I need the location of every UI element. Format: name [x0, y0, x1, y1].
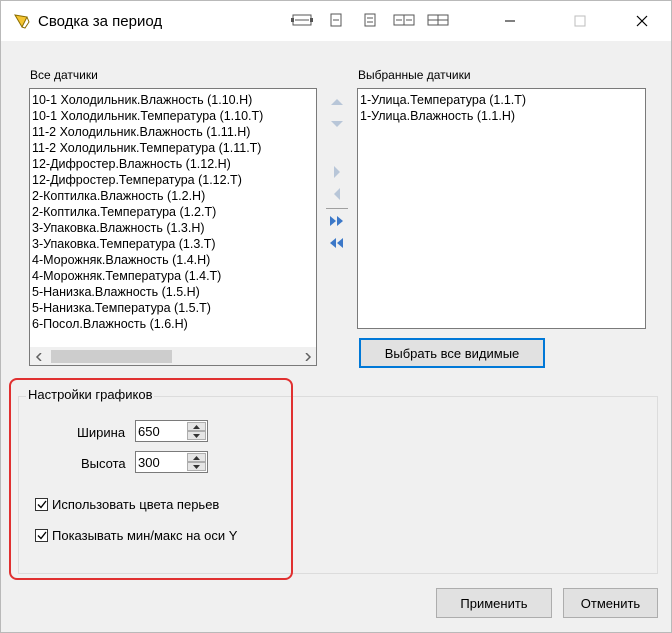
- use-pen-colors-checkbox[interactable]: [35, 498, 48, 511]
- list-item[interactable]: 10-1 Холодильник.Температура (1.10.Т): [30, 108, 316, 124]
- list-item[interactable]: 1-Улица.Температура (1.1.Т): [358, 92, 645, 108]
- height-increment-icon[interactable]: [187, 453, 206, 462]
- list-item[interactable]: 2-Коптилка.Влажность (1.2.Н): [30, 188, 316, 204]
- height-label: Высота: [81, 456, 126, 471]
- list-item[interactable]: 2-Коптилка.Температура (1.2.Т): [30, 204, 316, 220]
- all-sensors-label: Все датчики: [30, 68, 98, 82]
- list-item[interactable]: 6-Посол.Влажность (1.6.Н): [30, 316, 316, 332]
- remove-selected-icon[interactable]: [324, 185, 350, 203]
- list-item[interactable]: 5-Нанизка.Температура (1.5.Т): [30, 300, 316, 316]
- add-all-icon[interactable]: [324, 212, 350, 230]
- scroll-left-icon[interactable]: [30, 348, 47, 365]
- cancel-button[interactable]: Отменить: [563, 588, 658, 618]
- chart-settings-group: [18, 396, 658, 574]
- move-up-icon[interactable]: [324, 93, 350, 111]
- use-pen-colors-label: Использовать цвета перьев: [52, 497, 220, 512]
- app-icon: [13, 13, 31, 32]
- list-item[interactable]: 5-Нанизка.Влажность (1.5.Н): [30, 284, 316, 300]
- height-input[interactable]: [138, 454, 184, 470]
- summary-window: Сводка за период Все датчики 10-1 Холоди…: [0, 0, 672, 633]
- height-decrement-icon[interactable]: [187, 462, 206, 471]
- layout-split-icon[interactable]: [359, 13, 381, 27]
- list-item[interactable]: 12-Дифростер.Температура (1.12.Т): [30, 172, 316, 188]
- selected-sensors-list[interactable]: 1-Улица.Температура (1.1.Т) 1-Улица.Влажн…: [357, 88, 646, 329]
- layout-wide-icon[interactable]: [291, 13, 313, 27]
- list-item[interactable]: 4-Морожняк.Температура (1.4.Т): [30, 268, 316, 284]
- list-item[interactable]: 3-Упаковка.Температура (1.3.Т): [30, 236, 316, 252]
- show-minmax-row[interactable]: Показывать мин/макс на оси Y: [35, 528, 237, 543]
- remove-all-icon[interactable]: [324, 234, 350, 252]
- height-spinbox[interactable]: [135, 451, 208, 473]
- list-item[interactable]: 1-Улица.Влажность (1.1.Н): [358, 108, 645, 124]
- close-button[interactable]: [619, 1, 665, 41]
- list-item[interactable]: 11-2 Холодильник.Температура (1.11.Т): [30, 140, 316, 156]
- layout-single-icon[interactable]: [325, 13, 347, 27]
- scroll-right-icon[interactable]: [299, 348, 316, 365]
- show-minmax-label: Показывать мин/макс на оси Y: [52, 528, 238, 543]
- list-item[interactable]: 3-Упаковка.Влажность (1.3.Н): [30, 220, 316, 236]
- layout-quad-icon[interactable]: [427, 13, 449, 27]
- use-pen-colors-row[interactable]: Использовать цвета перьев: [35, 497, 219, 512]
- selected-sensors-label: Выбранные датчики: [358, 68, 471, 82]
- show-minmax-checkbox[interactable]: [35, 529, 48, 542]
- list-item[interactable]: 4-Морожняк.Влажность (1.4.Н): [30, 252, 316, 268]
- chart-settings-title: Настройки графиков: [26, 387, 155, 402]
- window-title: Сводка за период: [38, 13, 163, 30]
- width-increment-icon[interactable]: [187, 422, 206, 431]
- minimize-button[interactable]: [487, 1, 533, 41]
- width-spinbox[interactable]: [135, 420, 208, 442]
- layout-double-icon[interactable]: [393, 13, 415, 27]
- move-down-icon[interactable]: [324, 115, 350, 133]
- width-label: Ширина: [77, 425, 126, 440]
- apply-button[interactable]: Применить: [436, 588, 552, 618]
- scroll-thumb[interactable]: [51, 350, 172, 363]
- list-item[interactable]: 10-1 Холодильник.Влажность (1.10.Н): [30, 92, 316, 108]
- width-input[interactable]: [138, 423, 184, 439]
- all-sensors-list[interactable]: 10-1 Холодильник.Влажность (1.10.Н) 10-1 …: [29, 88, 317, 366]
- width-decrement-icon[interactable]: [187, 431, 206, 440]
- list-item[interactable]: 11-2 Холодильник.Влажность (1.11.Н): [30, 124, 316, 140]
- all-sensors-hscrollbar[interactable]: [30, 347, 316, 365]
- list-item[interactable]: 12-Дифростер.Влажность (1.12.Н): [30, 156, 316, 172]
- title-bar: Сводка за период: [1, 1, 671, 41]
- transfer-separator: [326, 208, 348, 209]
- maximize-button[interactable]: [557, 1, 603, 41]
- add-selected-icon[interactable]: [324, 163, 350, 181]
- layout-toolbar: [291, 13, 449, 27]
- select-all-visible-button[interactable]: Выбрать все видимые: [359, 338, 545, 368]
